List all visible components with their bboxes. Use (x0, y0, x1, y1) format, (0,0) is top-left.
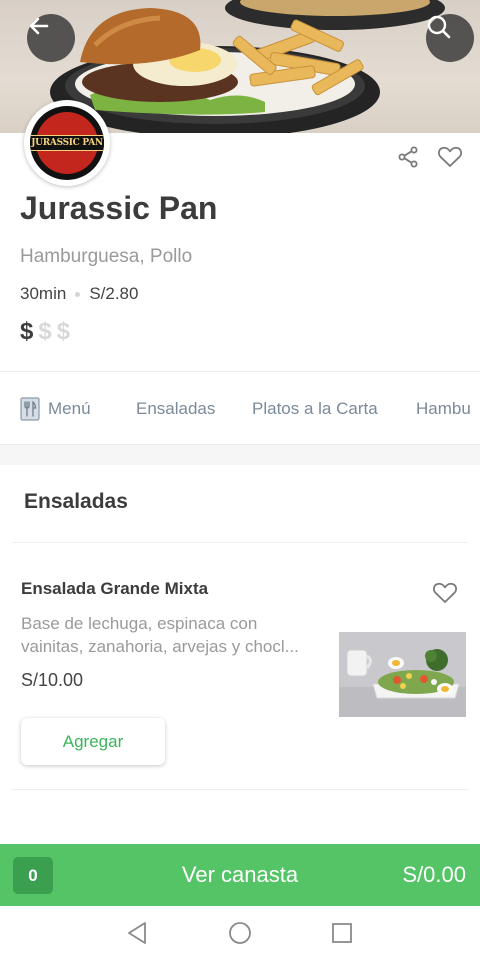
heart-outline-icon (432, 582, 458, 603)
nav-back-button[interactable] (126, 920, 148, 951)
delivery-info: 30min S/2.80 (20, 284, 138, 304)
nav-recents-button[interactable] (331, 920, 353, 951)
delivery-time: 30min (20, 284, 67, 303)
tab-menu[interactable]: Menú (20, 372, 91, 444)
search-icon (427, 15, 451, 39)
square-recents-icon (332, 923, 352, 943)
cart-count-badge: 0 (13, 857, 53, 894)
divider (12, 789, 468, 790)
price-level-symbol: $ (38, 318, 52, 345)
separator-dot (75, 291, 81, 297)
tab-label: Platos a la Carta (252, 399, 378, 418)
restaurant-logo: JURASSIC PAN (24, 100, 110, 186)
tab-label: Ensaladas (136, 399, 216, 418)
product-price: S/10.00 (21, 670, 84, 690)
tab-hamburguesas[interactable]: Hambu (416, 372, 471, 444)
restaurant-name: Jurassic Pan (20, 190, 218, 226)
section-title: Ensaladas (24, 490, 128, 513)
circle-home-icon (229, 922, 251, 944)
nav-home-button[interactable] (228, 920, 252, 951)
add-to-cart-button[interactable]: Agregar (21, 718, 165, 765)
favorite-product-button[interactable] (432, 581, 458, 610)
logo-badge: JURASSIC PAN (30, 106, 104, 180)
product-name[interactable]: Ensalada Grande Mixta (21, 579, 208, 599)
menu-book-icon (20, 397, 40, 421)
search-button[interactable] (426, 14, 474, 62)
cart-total: S/0.00 (402, 862, 466, 887)
price-level-indicator: $ $ $ (20, 318, 75, 346)
restaurant-categories: Hamburguesa, Pollo (20, 246, 193, 267)
price-level-symbol: $ (56, 318, 71, 345)
price-level-symbol: $ (20, 318, 34, 345)
arrow-left-icon (29, 17, 49, 35)
logo-text: JURASSIC PAN (30, 135, 104, 151)
product-image[interactable] (339, 632, 466, 717)
share-button[interactable] (396, 145, 420, 174)
share-icon (398, 146, 418, 168)
tab-label: Hambu (416, 399, 471, 418)
back-button[interactable] (27, 14, 75, 62)
system-navigation-bar (0, 906, 480, 960)
salad-photo (339, 632, 466, 717)
triangle-back-icon (128, 922, 146, 944)
heart-outline-icon (437, 146, 463, 167)
divider (12, 542, 468, 543)
tab-platos-a-la-carta[interactable]: Platos a la Carta (252, 372, 378, 444)
favorite-restaurant-button[interactable] (437, 145, 463, 174)
tab-label: Menú (48, 399, 91, 418)
product-description: Base de lechuga, espinaca con vainitas, … (21, 614, 299, 656)
section-separator (0, 445, 480, 465)
delivery-fee: S/2.80 (89, 284, 139, 303)
view-cart-button[interactable]: Ver canasta 0 S/0.00 (0, 844, 480, 906)
tab-ensaladas[interactable]: Ensaladas (136, 372, 216, 444)
category-tabs: Menú Ensaladas Platos a la Carta Hambu (0, 371, 480, 445)
